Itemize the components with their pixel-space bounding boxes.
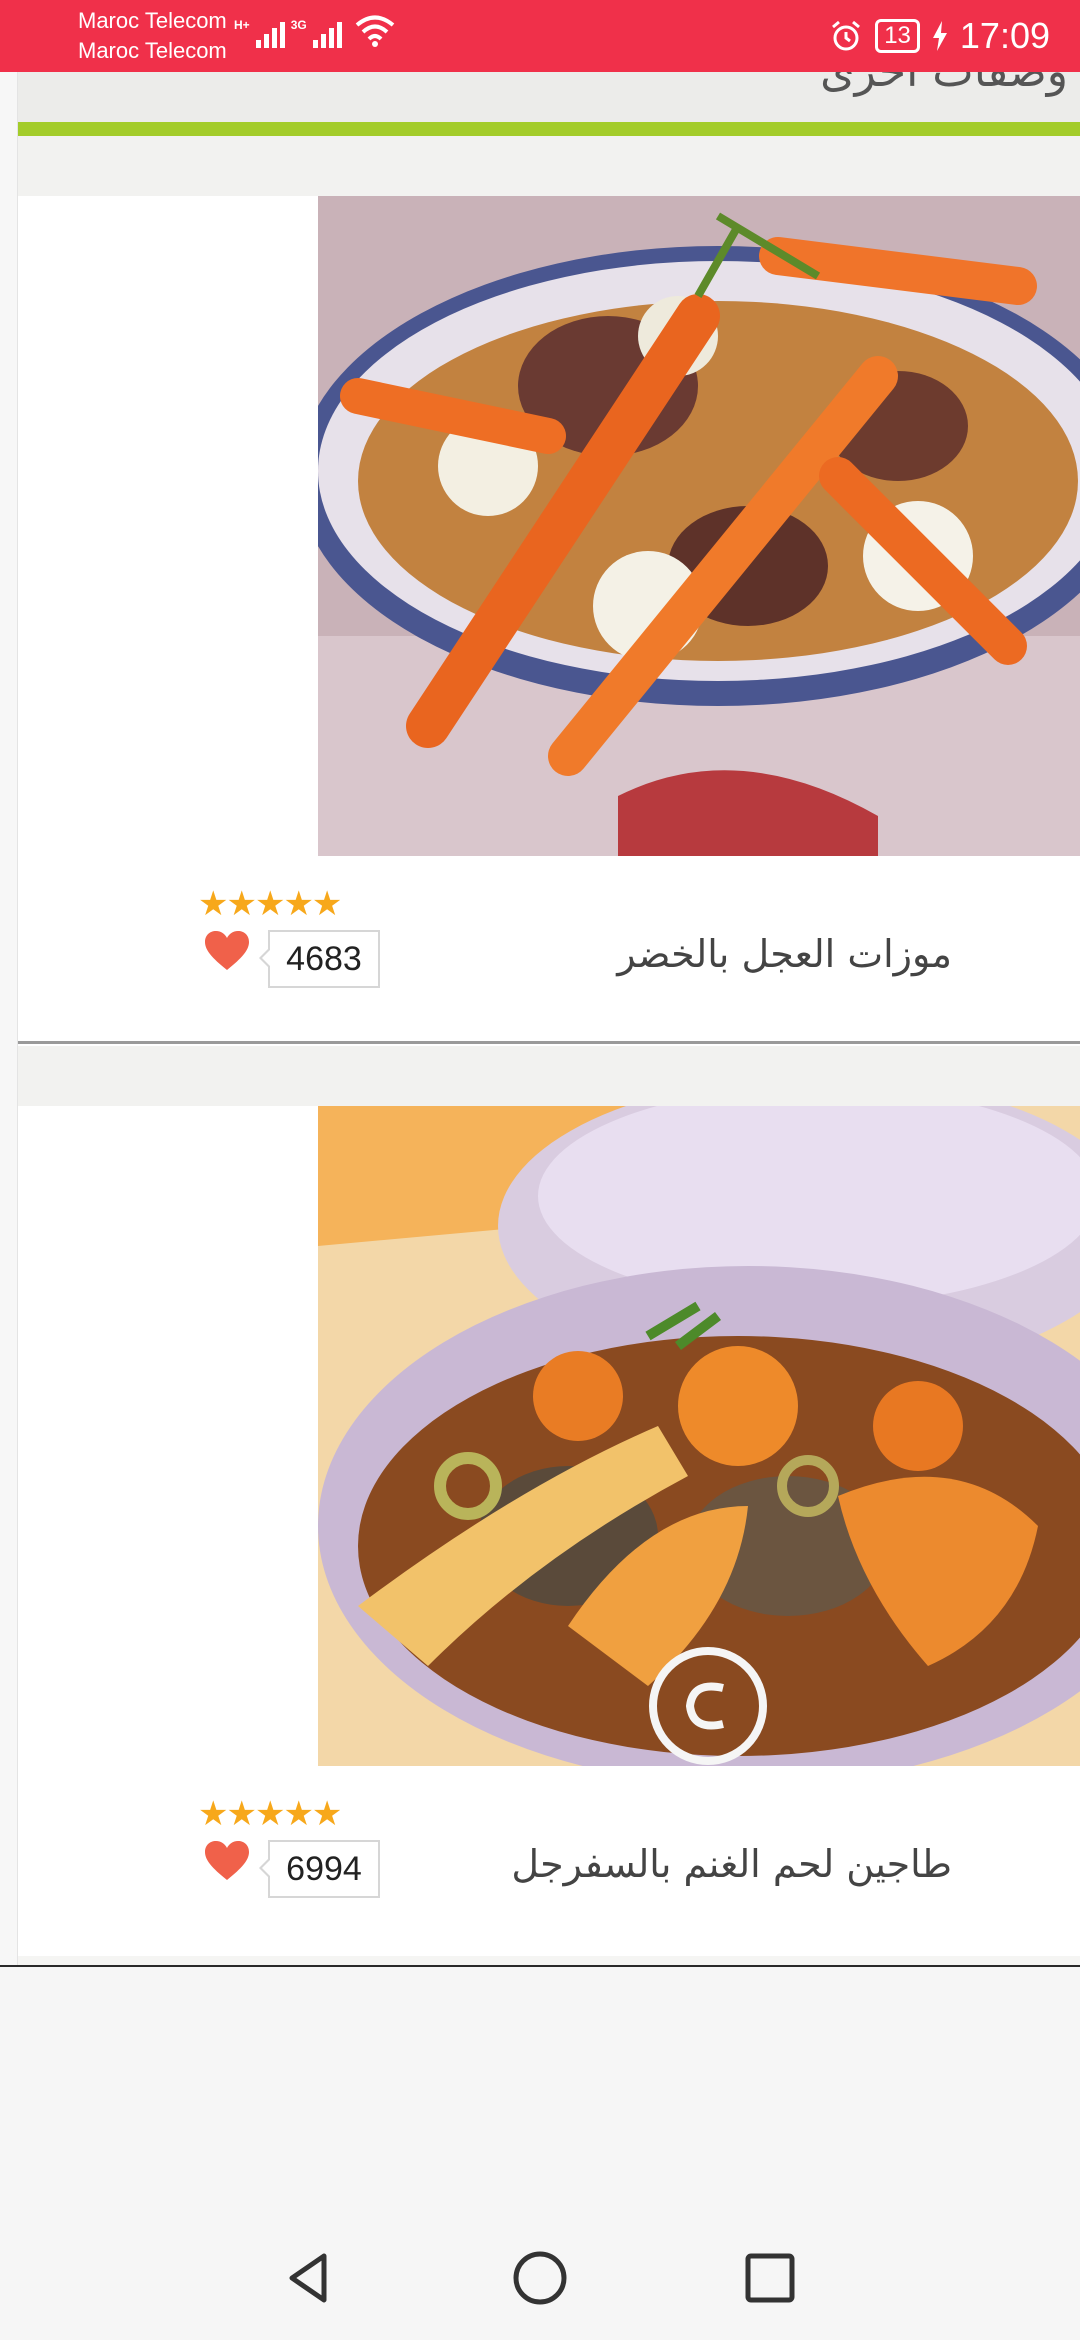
rating-stars: ★★★★★ xyxy=(198,884,342,924)
status-bar: Maroc Telecom Maroc Telecom H+ 3G 13 17:… xyxy=(0,0,1080,72)
heart-icon[interactable] xyxy=(204,930,250,972)
section-title: وصفات أخرى xyxy=(820,72,1068,97)
section-header: وصفات أخرى xyxy=(18,72,1080,122)
like-count: 4683 xyxy=(259,930,380,988)
network-type-1: H+ xyxy=(234,18,250,32)
spacer xyxy=(18,1046,1080,1106)
wifi-icon xyxy=(355,15,394,47)
alarm-icon xyxy=(832,20,861,51)
carrier-info: Maroc Telecom Maroc Telecom xyxy=(78,6,227,66)
recipe-photo[interactable] xyxy=(318,1106,1080,1766)
network-type-2: 3G xyxy=(290,18,307,32)
carrier-1-label: Maroc Telecom xyxy=(78,8,227,33)
recents-icon[interactable] xyxy=(740,2248,800,2308)
card-divider xyxy=(18,1041,1080,1044)
like-count: 6994 xyxy=(259,1840,380,1898)
recipe-photo[interactable] xyxy=(318,196,1080,856)
home-icon[interactable] xyxy=(510,2248,570,2308)
recipe-photo-beef-vegetables xyxy=(318,196,1080,856)
clock: 17:09 xyxy=(959,15,1050,56)
recipe-photo-lamb-tajine xyxy=(318,1106,1080,1766)
section-accent-bar xyxy=(18,122,1080,136)
signal-bars-2-icon xyxy=(312,14,342,48)
spacer xyxy=(18,136,1080,196)
back-icon[interactable] xyxy=(280,2248,340,2308)
heart-icon[interactable] xyxy=(204,1840,250,1882)
recipe-list[interactable]: وصفات أخرى xyxy=(18,72,1080,1965)
signal-indicators: H+ 3G xyxy=(234,14,396,48)
recipe-card[interactable]: ★★★★★ 4683 موزات العجل بالخضر xyxy=(18,196,1080,1046)
recipe-card[interactable]: ★★★★★ 6994 طاجين لحم الغنم بالسفرجل xyxy=(18,1106,1080,1956)
signal-bars-1-icon xyxy=(255,14,285,48)
recipe-title[interactable]: موزات العجل بالخضر xyxy=(617,924,952,984)
recipe-title[interactable]: طاجين لحم الغنم بالسفرجل xyxy=(511,1834,952,1894)
charging-icon xyxy=(932,21,947,51)
carrier-2-label: Maroc Telecom xyxy=(78,38,227,63)
battery-indicator: 13 xyxy=(875,19,920,53)
rating-stars: ★★★★★ xyxy=(198,1794,342,1834)
status-right: 13 17:09 xyxy=(829,8,1050,64)
